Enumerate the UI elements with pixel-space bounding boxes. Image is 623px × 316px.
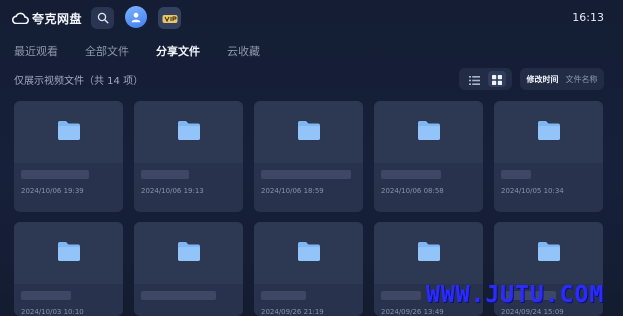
file-name-redacted xyxy=(261,170,351,179)
search-icon xyxy=(97,9,109,28)
tab-recent[interactable]: 最近观看 xyxy=(14,44,58,60)
file-count-info: 仅展示视频文件（共 14 项） xyxy=(14,76,144,87)
file-name-redacted xyxy=(261,291,306,300)
sort-by-file-name[interactable]: 文件名称 xyxy=(566,74,598,85)
file-name-redacted xyxy=(21,291,71,300)
card-thumbnail xyxy=(14,222,123,284)
app-name: 夸克网盘 xyxy=(32,11,83,26)
vip-button[interactable] xyxy=(158,7,181,29)
file-card[interactable] xyxy=(134,222,243,316)
folder-icon xyxy=(296,120,322,145)
card-thumbnail xyxy=(494,101,603,163)
card-thumbnail xyxy=(14,101,123,163)
tab-cloud-favorites[interactable]: 云收藏 xyxy=(227,44,260,60)
user-avatar[interactable] xyxy=(125,6,147,28)
search-button[interactable] xyxy=(91,7,114,29)
file-name-redacted xyxy=(141,170,189,179)
top-bar: 夸克网盘 16:13 xyxy=(0,0,623,36)
grid-view-button[interactable] xyxy=(487,70,506,89)
file-name-redacted xyxy=(501,170,531,179)
view-mode-toggle xyxy=(459,68,512,90)
file-date: 2024/09/24 15:09 xyxy=(501,308,564,316)
file-date: 2024/10/06 19:13 xyxy=(141,187,204,195)
card-thumbnail xyxy=(254,101,363,163)
file-date: 2024/10/06 08:58 xyxy=(381,187,444,195)
file-date: 2024/10/05 10:34 xyxy=(501,187,564,195)
folder-icon xyxy=(56,120,82,145)
file-card[interactable]: 2024/10/06 19:39 xyxy=(14,101,123,212)
app-logo: 夸克网盘 xyxy=(11,9,83,28)
file-name-redacted xyxy=(21,170,89,179)
list-view-button[interactable] xyxy=(465,71,483,87)
file-name-redacted xyxy=(381,291,421,300)
card-thumbnail xyxy=(374,101,483,163)
file-date: 2024/10/06 18:59 xyxy=(261,187,324,195)
sort-selector: 修改时间 文件名称 xyxy=(520,68,604,90)
folder-icon xyxy=(416,120,442,145)
tab-all-files[interactable]: 全部文件 xyxy=(85,44,129,60)
card-thumbnail xyxy=(254,222,363,284)
grid-icon xyxy=(491,70,502,89)
tab-shared-files[interactable]: 分享文件 xyxy=(156,44,200,60)
file-card[interactable]: 2024/10/06 18:59 xyxy=(254,101,363,212)
file-name-redacted xyxy=(381,170,441,179)
cloud-logo-icon xyxy=(11,9,29,28)
file-card[interactable]: 2024/10/06 19:13 xyxy=(134,101,243,212)
list-icon xyxy=(468,70,480,89)
vip-badge-icon xyxy=(162,9,178,28)
folder-icon xyxy=(56,241,82,266)
sort-by-modified-time[interactable]: 修改时间 xyxy=(527,74,559,85)
user-icon xyxy=(130,8,142,27)
file-date: 2024/10/03 10:10 xyxy=(21,308,84,316)
folder-icon xyxy=(176,120,202,145)
file-card[interactable]: 2024/10/05 10:34 xyxy=(494,101,603,212)
file-date: 2024/10/06 19:39 xyxy=(21,187,84,195)
file-card[interactable]: 2024/09/26 21:19 xyxy=(254,222,363,316)
folder-icon xyxy=(296,241,322,266)
folder-icon xyxy=(416,241,442,266)
clock: 16:13 xyxy=(572,11,604,24)
card-thumbnail xyxy=(134,101,243,163)
file-name-redacted xyxy=(141,291,216,300)
file-date: 2024/09/26 21:19 xyxy=(261,308,324,316)
site-watermark: WWW.JUTU.COM xyxy=(426,282,605,308)
folder-icon xyxy=(176,241,202,266)
card-thumbnail xyxy=(374,222,483,284)
file-card[interactable]: 2024/10/03 10:10 xyxy=(14,222,123,316)
tab-bar: 最近观看 全部文件 分享文件 云收藏 xyxy=(14,44,287,60)
card-thumbnail xyxy=(134,222,243,284)
folder-icon xyxy=(536,241,562,266)
file-card[interactable]: 2024/10/06 08:58 xyxy=(374,101,483,212)
file-date: 2024/09/26 13:49 xyxy=(381,308,444,316)
folder-icon xyxy=(536,120,562,145)
card-thumbnail xyxy=(494,222,603,284)
